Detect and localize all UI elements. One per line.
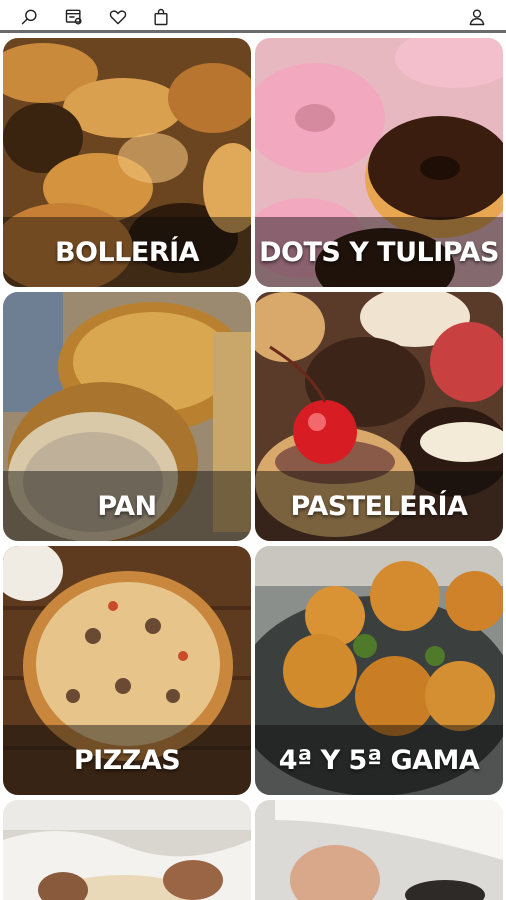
category-label	[3, 830, 251, 900]
category-label: PASTELERÍA	[290, 490, 468, 522]
heart-icon[interactable]	[107, 6, 129, 28]
category-tile-pizzas[interactable]: PIZZAS	[3, 546, 251, 795]
store-catalog-icon[interactable]	[63, 6, 85, 28]
category-tile-pasteleria[interactable]: PASTELERÍA	[255, 292, 503, 541]
shopping-bag-icon[interactable]	[150, 6, 172, 28]
category-tile-dots-y-tulipas[interactable]: DOTS Y TULIPAS	[255, 38, 503, 287]
category-tile-partial-left[interactable]	[3, 800, 251, 900]
category-label: DOTS Y TULIPAS	[259, 236, 499, 268]
category-label: 4ª Y 5ª GAMA	[278, 744, 480, 776]
user-icon[interactable]	[466, 6, 488, 28]
category-tile-pan[interactable]: PAN	[3, 292, 251, 541]
category-label: PIZZAS	[73, 744, 181, 776]
category-label: PAN	[97, 490, 157, 522]
category-tile-partial-right[interactable]	[255, 800, 503, 900]
top-toolbar	[0, 0, 506, 33]
category-grid: BOLLERÍA DOTS Y TULIPAS PAN PASTELERÍA P…	[3, 38, 503, 900]
category-tile-bolleria[interactable]: BOLLERÍA	[3, 38, 251, 287]
category-tile-4a-5a-gama[interactable]: 4ª Y 5ª GAMA	[255, 546, 503, 795]
search-icon[interactable]	[19, 6, 41, 28]
category-label	[255, 830, 503, 900]
category-label: BOLLERÍA	[54, 236, 200, 268]
